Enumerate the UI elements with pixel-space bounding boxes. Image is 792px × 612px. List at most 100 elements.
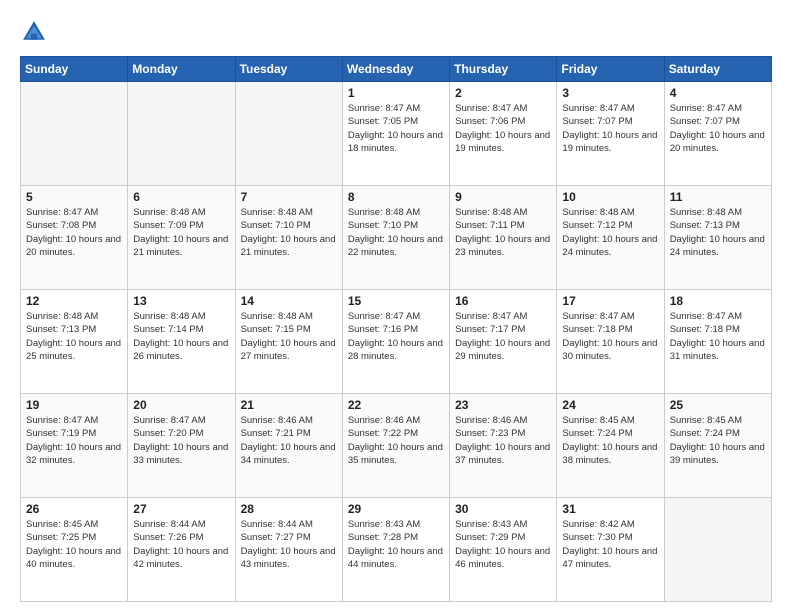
calendar-cell: 22Sunrise: 8:46 AM Sunset: 7:22 PM Dayli… bbox=[342, 394, 449, 498]
calendar-cell: 4 Sunrise: 8:47 AM Sunset: 7:07 PM Daylig… bbox=[664, 82, 771, 186]
day-info: Sunrise: 8:47 AM Sunset: 7:18 PM Dayligh… bbox=[670, 310, 766, 363]
day-number: 17 bbox=[562, 294, 658, 308]
calendar-cell: 15 Sunrise: 8:47 AM Sunset: 7:16 PM Dayli… bbox=[342, 290, 449, 394]
day-info: Sunrise: 8:43 AM Sunset: 7:28 PM Dayligh… bbox=[348, 518, 444, 571]
day-number: 30 bbox=[455, 502, 551, 516]
day-info: Sunrise: 8:48 AM Sunset: 7:10 PM Dayligh… bbox=[241, 206, 337, 259]
calendar-week-row: 12 Sunrise: 8:48 AM Sunset: 7:13 PM Dayli… bbox=[21, 290, 772, 394]
day-info: Sunrise: 8:44 AM Sunset: 7:27 PM Dayligh… bbox=[241, 518, 337, 571]
day-number: 20 bbox=[133, 398, 229, 412]
weekday-header-monday: Monday bbox=[128, 57, 235, 82]
day-info: Sunrise: 8:47 AM Sunset: 7:07 PM Dayligh… bbox=[562, 102, 658, 155]
day-number: 10 bbox=[562, 190, 658, 204]
logo-icon bbox=[20, 18, 48, 46]
day-info: Sunrise: 8:45 AM Sunset: 7:24 PM Dayligh… bbox=[562, 414, 658, 467]
day-number: 3 bbox=[562, 86, 658, 100]
day-info: Sunrise: 8:48 AM Sunset: 7:09 PM Dayligh… bbox=[133, 206, 229, 259]
calendar-cell bbox=[21, 82, 128, 186]
calendar-cell: 12 Sunrise: 8:48 AM Sunset: 7:13 PM Dayli… bbox=[21, 290, 128, 394]
weekday-header-tuesday: Tuesday bbox=[235, 57, 342, 82]
day-number: 12 bbox=[26, 294, 122, 308]
day-info: Sunrise: 8:45 AM Sunset: 7:25 PM Dayligh… bbox=[26, 518, 122, 571]
weekday-header-saturday: Saturday bbox=[664, 57, 771, 82]
weekday-header-friday: Friday bbox=[557, 57, 664, 82]
calendar-cell: 25Sunrise: 8:45 AM Sunset: 7:24 PM Dayli… bbox=[664, 394, 771, 498]
calendar-cell: 31Sunrise: 8:42 AM Sunset: 7:30 PM Dayli… bbox=[557, 498, 664, 602]
day-number: 15 bbox=[348, 294, 444, 308]
calendar-cell: 8 Sunrise: 8:48 AM Sunset: 7:10 PM Daylig… bbox=[342, 186, 449, 290]
day-number: 24 bbox=[562, 398, 658, 412]
day-number: 16 bbox=[455, 294, 551, 308]
calendar-cell: 28 Sunrise: 8:44 AM Sunset: 7:27 PM Dayli… bbox=[235, 498, 342, 602]
calendar-cell: 17 Sunrise: 8:47 AM Sunset: 7:18 PM Dayli… bbox=[557, 290, 664, 394]
day-info: Sunrise: 8:48 AM Sunset: 7:13 PM Dayligh… bbox=[670, 206, 766, 259]
calendar-cell: 2 Sunrise: 8:47 AM Sunset: 7:06 PM Daylig… bbox=[450, 82, 557, 186]
day-number: 31 bbox=[562, 502, 658, 516]
calendar-cell: 29 Sunrise: 8:43 AM Sunset: 7:28 PM Dayli… bbox=[342, 498, 449, 602]
day-number: 25 bbox=[670, 398, 766, 412]
day-info: Sunrise: 8:47 AM Sunset: 7:06 PM Dayligh… bbox=[455, 102, 551, 155]
calendar-week-row: 5 Sunrise: 8:47 AM Sunset: 7:08 PM Daylig… bbox=[21, 186, 772, 290]
day-number: 18 bbox=[670, 294, 766, 308]
calendar-table: SundayMondayTuesdayWednesdayThursdayFrid… bbox=[20, 56, 772, 602]
day-number: 27 bbox=[133, 502, 229, 516]
calendar-week-row: 1Sunrise: 8:47 AM Sunset: 7:05 PM Daylig… bbox=[21, 82, 772, 186]
day-number: 9 bbox=[455, 190, 551, 204]
day-number: 13 bbox=[133, 294, 229, 308]
day-info: Sunrise: 8:44 AM Sunset: 7:26 PM Dayligh… bbox=[133, 518, 229, 571]
day-info: Sunrise: 8:47 AM Sunset: 7:07 PM Dayligh… bbox=[670, 102, 766, 155]
day-info: Sunrise: 8:46 AM Sunset: 7:21 PM Dayligh… bbox=[241, 414, 337, 467]
day-number: 29 bbox=[348, 502, 444, 516]
calendar-cell: 11Sunrise: 8:48 AM Sunset: 7:13 PM Dayli… bbox=[664, 186, 771, 290]
day-info: Sunrise: 8:47 AM Sunset: 7:08 PM Dayligh… bbox=[26, 206, 122, 259]
day-number: 6 bbox=[133, 190, 229, 204]
day-number: 8 bbox=[348, 190, 444, 204]
day-info: Sunrise: 8:48 AM Sunset: 7:12 PM Dayligh… bbox=[562, 206, 658, 259]
day-number: 28 bbox=[241, 502, 337, 516]
calendar-cell: 20 Sunrise: 8:47 AM Sunset: 7:20 PM Dayli… bbox=[128, 394, 235, 498]
calendar-cell: 19 Sunrise: 8:47 AM Sunset: 7:19 PM Dayli… bbox=[21, 394, 128, 498]
calendar-cell: 5 Sunrise: 8:47 AM Sunset: 7:08 PM Daylig… bbox=[21, 186, 128, 290]
day-info: Sunrise: 8:46 AM Sunset: 7:23 PM Dayligh… bbox=[455, 414, 551, 467]
day-info: Sunrise: 8:48 AM Sunset: 7:10 PM Dayligh… bbox=[348, 206, 444, 259]
weekday-header-thursday: Thursday bbox=[450, 57, 557, 82]
day-info: Sunrise: 8:47 AM Sunset: 7:18 PM Dayligh… bbox=[562, 310, 658, 363]
calendar-cell: 9Sunrise: 8:48 AM Sunset: 7:11 PM Daylig… bbox=[450, 186, 557, 290]
calendar-cell: 3 Sunrise: 8:47 AM Sunset: 7:07 PM Daylig… bbox=[557, 82, 664, 186]
day-number: 1 bbox=[348, 86, 444, 100]
calendar-cell: 16 Sunrise: 8:47 AM Sunset: 7:17 PM Dayli… bbox=[450, 290, 557, 394]
day-number: 21 bbox=[241, 398, 337, 412]
calendar-cell bbox=[664, 498, 771, 602]
calendar-cell: 14Sunrise: 8:48 AM Sunset: 7:15 PM Dayli… bbox=[235, 290, 342, 394]
calendar-cell: 6 Sunrise: 8:48 AM Sunset: 7:09 PM Daylig… bbox=[128, 186, 235, 290]
day-info: Sunrise: 8:47 AM Sunset: 7:17 PM Dayligh… bbox=[455, 310, 551, 363]
calendar-cell: 13 Sunrise: 8:48 AM Sunset: 7:14 PM Dayli… bbox=[128, 290, 235, 394]
day-number: 23 bbox=[455, 398, 551, 412]
day-info: Sunrise: 8:43 AM Sunset: 7:29 PM Dayligh… bbox=[455, 518, 551, 571]
day-info: Sunrise: 8:48 AM Sunset: 7:15 PM Dayligh… bbox=[241, 310, 337, 363]
page-header bbox=[20, 18, 772, 46]
calendar-cell: 23 Sunrise: 8:46 AM Sunset: 7:23 PM Dayli… bbox=[450, 394, 557, 498]
calendar-cell: 18 Sunrise: 8:47 AM Sunset: 7:18 PM Dayli… bbox=[664, 290, 771, 394]
day-number: 5 bbox=[26, 190, 122, 204]
day-number: 4 bbox=[670, 86, 766, 100]
weekday-header-sunday: Sunday bbox=[21, 57, 128, 82]
day-info: Sunrise: 8:47 AM Sunset: 7:19 PM Dayligh… bbox=[26, 414, 122, 467]
calendar-week-row: 19 Sunrise: 8:47 AM Sunset: 7:19 PM Dayli… bbox=[21, 394, 772, 498]
day-number: 7 bbox=[241, 190, 337, 204]
day-number: 26 bbox=[26, 502, 122, 516]
day-info: Sunrise: 8:47 AM Sunset: 7:20 PM Dayligh… bbox=[133, 414, 229, 467]
day-info: Sunrise: 8:48 AM Sunset: 7:14 PM Dayligh… bbox=[133, 310, 229, 363]
day-number: 22 bbox=[348, 398, 444, 412]
day-info: Sunrise: 8:47 AM Sunset: 7:16 PM Dayligh… bbox=[348, 310, 444, 363]
calendar-cell: 26 Sunrise: 8:45 AM Sunset: 7:25 PM Dayli… bbox=[21, 498, 128, 602]
calendar-cell: 21 Sunrise: 8:46 AM Sunset: 7:21 PM Dayli… bbox=[235, 394, 342, 498]
day-info: Sunrise: 8:48 AM Sunset: 7:13 PM Dayligh… bbox=[26, 310, 122, 363]
logo bbox=[20, 18, 52, 46]
calendar-cell bbox=[235, 82, 342, 186]
day-number: 2 bbox=[455, 86, 551, 100]
calendar-week-row: 26 Sunrise: 8:45 AM Sunset: 7:25 PM Dayli… bbox=[21, 498, 772, 602]
weekday-header-wednesday: Wednesday bbox=[342, 57, 449, 82]
day-number: 19 bbox=[26, 398, 122, 412]
calendar-cell: 10 Sunrise: 8:48 AM Sunset: 7:12 PM Dayli… bbox=[557, 186, 664, 290]
